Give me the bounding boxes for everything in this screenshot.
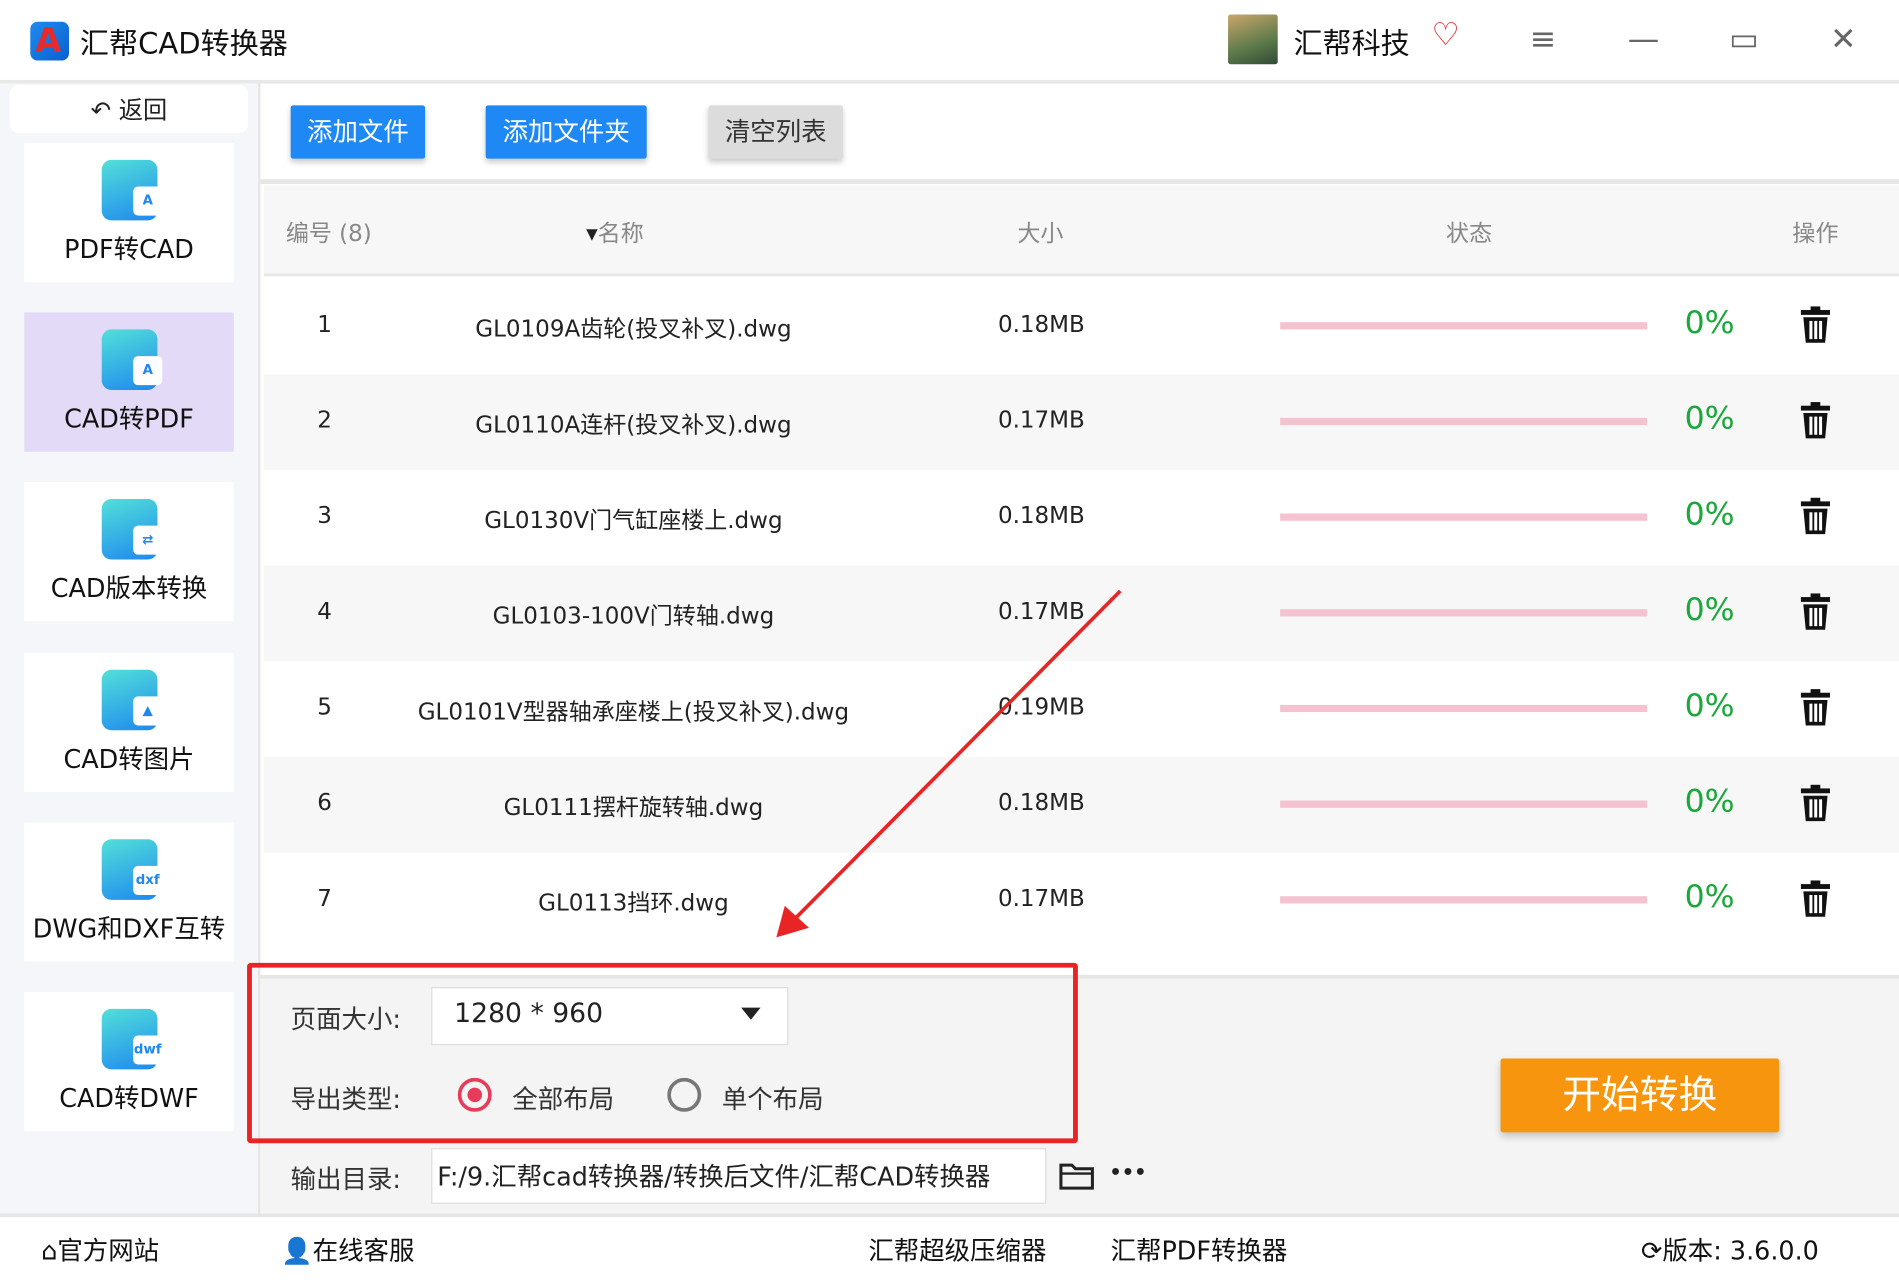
header-name[interactable]: ▾名称 [586, 216, 644, 249]
trash-icon[interactable] [1800, 784, 1831, 823]
official-website-link[interactable]: ⌂官方网站 [41, 1232, 159, 1268]
sidebar-item-label: DWG和DXF互转 [32, 914, 226, 944]
row-size: 0.17MB [997, 406, 1085, 434]
version-info[interactable]: ⟳版本: 3.6.0.0 [1641, 1232, 1819, 1268]
table-row: 2 GL0110A连杆(投叉补叉).dwg 0.17MB 0% [264, 374, 1899, 470]
tool-icon: dxf [101, 839, 163, 900]
sidebar-item-0[interactable]: A PDF转CAD [24, 142, 234, 283]
back-icon: ↶ [90, 95, 112, 125]
sidebar-item-2[interactable]: ⇄ CAD版本转换 [24, 482, 234, 622]
compressor-link[interactable]: 汇帮超级压缩器 [868, 1232, 1046, 1268]
sidebar-item-label: CAD转PDF [64, 404, 194, 434]
table-row: 3 GL0130V门气缸座楼上.dwg 0.18MB 0% [264, 470, 1899, 566]
row-file-name: GL0130V门气缸座楼上.dwg [484, 507, 783, 535]
progress-bar [1280, 513, 1648, 521]
row-file-name: GL0101V型器轴承座楼上(投叉补叉).dwg [417, 698, 850, 726]
progress-percent: 0% [1684, 783, 1735, 820]
sidebar-item-1[interactable]: A CAD转PDF [24, 312, 234, 452]
back-button[interactable]: ↶ 返回 [9, 84, 249, 134]
row-size: 0.18MB [997, 789, 1085, 817]
tool-icon: A [101, 329, 163, 390]
table-row: 4 GL0103-100V门转轴.dwg 0.17MB 0% [264, 565, 1899, 662]
sidebar-item-label: CAD版本转换 [50, 574, 208, 604]
header-size[interactable]: 大小 [1017, 216, 1063, 249]
vip-heart-icon[interactable]: ♡ [1432, 17, 1460, 53]
sidebar-item-label: PDF转CAD [64, 234, 194, 265]
row-size: 0.17MB [997, 598, 1085, 625]
progress-bar [1280, 417, 1648, 426]
clear-list-button[interactable]: 清空列表 [708, 105, 843, 159]
progress-bar [1280, 322, 1648, 330]
maximize-icon[interactable]: ▭ [1726, 22, 1762, 58]
header-action: 操作 [1792, 220, 1839, 248]
header-status: 状态 [1446, 220, 1493, 248]
add-folder-button[interactable]: 添加文件夹 [485, 105, 647, 159]
sidebar-item-3[interactable]: ▲ CAD转图片 [24, 652, 234, 793]
trash-icon[interactable] [1800, 305, 1831, 344]
row-file-name: GL0109A齿轮(投叉补叉).dwg [475, 316, 792, 343]
row-file-name: GL0110A连杆(投叉补叉).dwg [475, 411, 792, 439]
table-row: 6 GL0111摆杆旋转轴.dwg 0.18MB 0% [264, 756, 1899, 853]
table-row: 5 GL0101V型器轴承座楼上(投叉补叉).dwg 0.19MB 0% [264, 661, 1899, 757]
trash-icon[interactable] [1800, 688, 1831, 727]
trash-icon[interactable] [1800, 401, 1831, 440]
footer: ⌂官方网站 👤在线客服 汇帮超级压缩器 汇帮PDF转换器 ⟳版本: 3.6.0.… [0, 1213, 1899, 1283]
output-dir-input[interactable]: F:/9.汇帮cad转换器/转换后文件/汇帮CAD转换器 [431, 1148, 1047, 1204]
sidebar-item-label: CAD转图片 [63, 744, 195, 774]
app-title: 汇帮CAD转换器 [79, 26, 288, 61]
back-label: 返回 [118, 95, 168, 125]
tool-icon: ⇄ [101, 498, 163, 560]
trash-icon[interactable] [1800, 879, 1831, 918]
progress-bar [1280, 704, 1648, 713]
home-icon: ⌂ [41, 1236, 58, 1266]
divider [260, 179, 1899, 185]
trash-icon[interactable] [1800, 592, 1831, 631]
user-icon: 👤 [280, 1236, 313, 1266]
progress-percent: 0% [1684, 592, 1735, 629]
row-file-name: GL0103-100V门转轴.dwg [492, 603, 775, 630]
minimize-icon[interactable]: — [1625, 22, 1661, 58]
highlight-box [247, 962, 1078, 1144]
header-index[interactable]: 编号 (8) [286, 216, 372, 249]
tool-icon: ▲ [101, 669, 163, 731]
menu-icon[interactable]: ≡ [1525, 22, 1561, 58]
start-convert-button[interactable]: 开始转换 [1500, 1058, 1780, 1133]
progress-bar [1280, 609, 1648, 617]
row-file-name: GL0111摆杆旋转轴.dwg [503, 794, 764, 822]
tool-icon: dwf [101, 1008, 163, 1070]
online-support-link[interactable]: 👤在线客服 [281, 1232, 414, 1268]
row-size: 0.18MB [997, 502, 1085, 530]
sidebar-item-label: CAD转DWF [59, 1083, 199, 1114]
sidebar-item-5[interactable]: dwf CAD转DWF [24, 991, 234, 1132]
close-icon[interactable]: ✕ [1825, 22, 1861, 58]
progress-bar [1280, 800, 1648, 808]
table-row: 1 GL0109A齿轮(投叉补叉).dwg 0.18MB 0% [264, 279, 1899, 375]
sidebar-item-4[interactable]: dxf DWG和DXF互转 [24, 822, 234, 962]
progress-percent: 0% [1684, 687, 1735, 725]
progress-bar [1280, 896, 1648, 904]
table-header: 编号 (8) ▾名称 大小 状态 操作 [264, 185, 1899, 277]
progress-percent: 0% [1684, 496, 1735, 533]
pdf-converter-link[interactable]: 汇帮PDF转换器 [1111, 1232, 1288, 1268]
table-row: 7 GL0113挡环.dwg 0.17MB 0% [264, 853, 1899, 949]
progress-percent: 0% [1684, 305, 1735, 342]
app-logo-icon: A [30, 21, 70, 61]
add-file-button[interactable]: 添加文件 [290, 105, 426, 159]
tool-icon: A [101, 159, 163, 221]
row-size: 0.18MB [997, 311, 1085, 338]
folder-icon[interactable] [1059, 1160, 1098, 1191]
progress-percent: 0% [1684, 400, 1735, 438]
refresh-icon: ⟳ [1641, 1236, 1663, 1266]
row-file-name: GL0113挡环.dwg [538, 890, 729, 917]
trash-icon[interactable] [1800, 497, 1831, 536]
row-size: 0.17MB [997, 885, 1085, 912]
progress-percent: 0% [1684, 879, 1735, 916]
more-options-icon[interactable]: ••• [1109, 1160, 1146, 1183]
brand-name: 汇帮科技 [1293, 26, 1410, 61]
row-size: 0.19MB [997, 693, 1085, 721]
user-avatar[interactable] [1228, 14, 1278, 65]
output-dir-label: 输出目录: [290, 1165, 401, 1195]
